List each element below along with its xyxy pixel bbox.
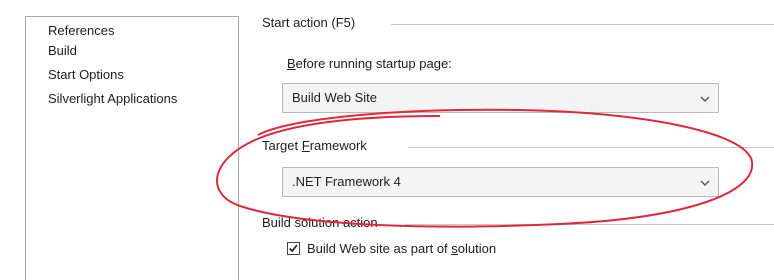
- target-framework-label-accel: F: [301, 138, 310, 153]
- target-framework-label: Target Framework: [262, 137, 367, 155]
- chevron-down-icon: [700, 180, 710, 186]
- before-running-label-accel: B: [287, 56, 296, 71]
- build-website-label-rest: olution: [457, 241, 497, 256]
- target-framework-divider: [408, 147, 774, 148]
- build-website-checkbox[interactable]: [287, 242, 300, 255]
- start-action-header: Start action (F5): [262, 15, 356, 30]
- nav-item-build[interactable]: Build: [48, 41, 77, 61]
- chevron-down-icon: [700, 96, 710, 102]
- before-running-label: Before running startup page:: [287, 55, 452, 73]
- target-framework-dropdown-value: .NET Framework 4: [292, 174, 401, 189]
- checkmark-icon: [289, 244, 298, 253]
- build-website-checkbox-label[interactable]: Build Web site as part of solution: [307, 240, 496, 258]
- target-framework-label-start: Target: [262, 138, 302, 153]
- nav-item-silverlight-applications[interactable]: Silverlight Applications: [48, 89, 177, 109]
- build-solution-divider: [405, 224, 774, 225]
- build-solution-header: Build solution action: [262, 215, 378, 230]
- before-running-dropdown[interactable]: Build Web Site: [282, 83, 719, 113]
- before-running-dropdown-value: Build Web Site: [292, 90, 378, 105]
- property-pages-nav: References Build Start Options Silverlig…: [25, 16, 239, 280]
- build-website-label-start: Build Web site as part of: [307, 241, 452, 256]
- nav-item-references[interactable]: References: [48, 21, 114, 41]
- nav-item-start-options[interactable]: Start Options: [48, 65, 124, 85]
- before-running-label-text: efore running startup page:: [295, 56, 452, 71]
- start-action-divider: [391, 24, 774, 25]
- target-framework-label-rest: ramework: [309, 138, 367, 153]
- target-framework-dropdown[interactable]: .NET Framework 4: [282, 167, 719, 197]
